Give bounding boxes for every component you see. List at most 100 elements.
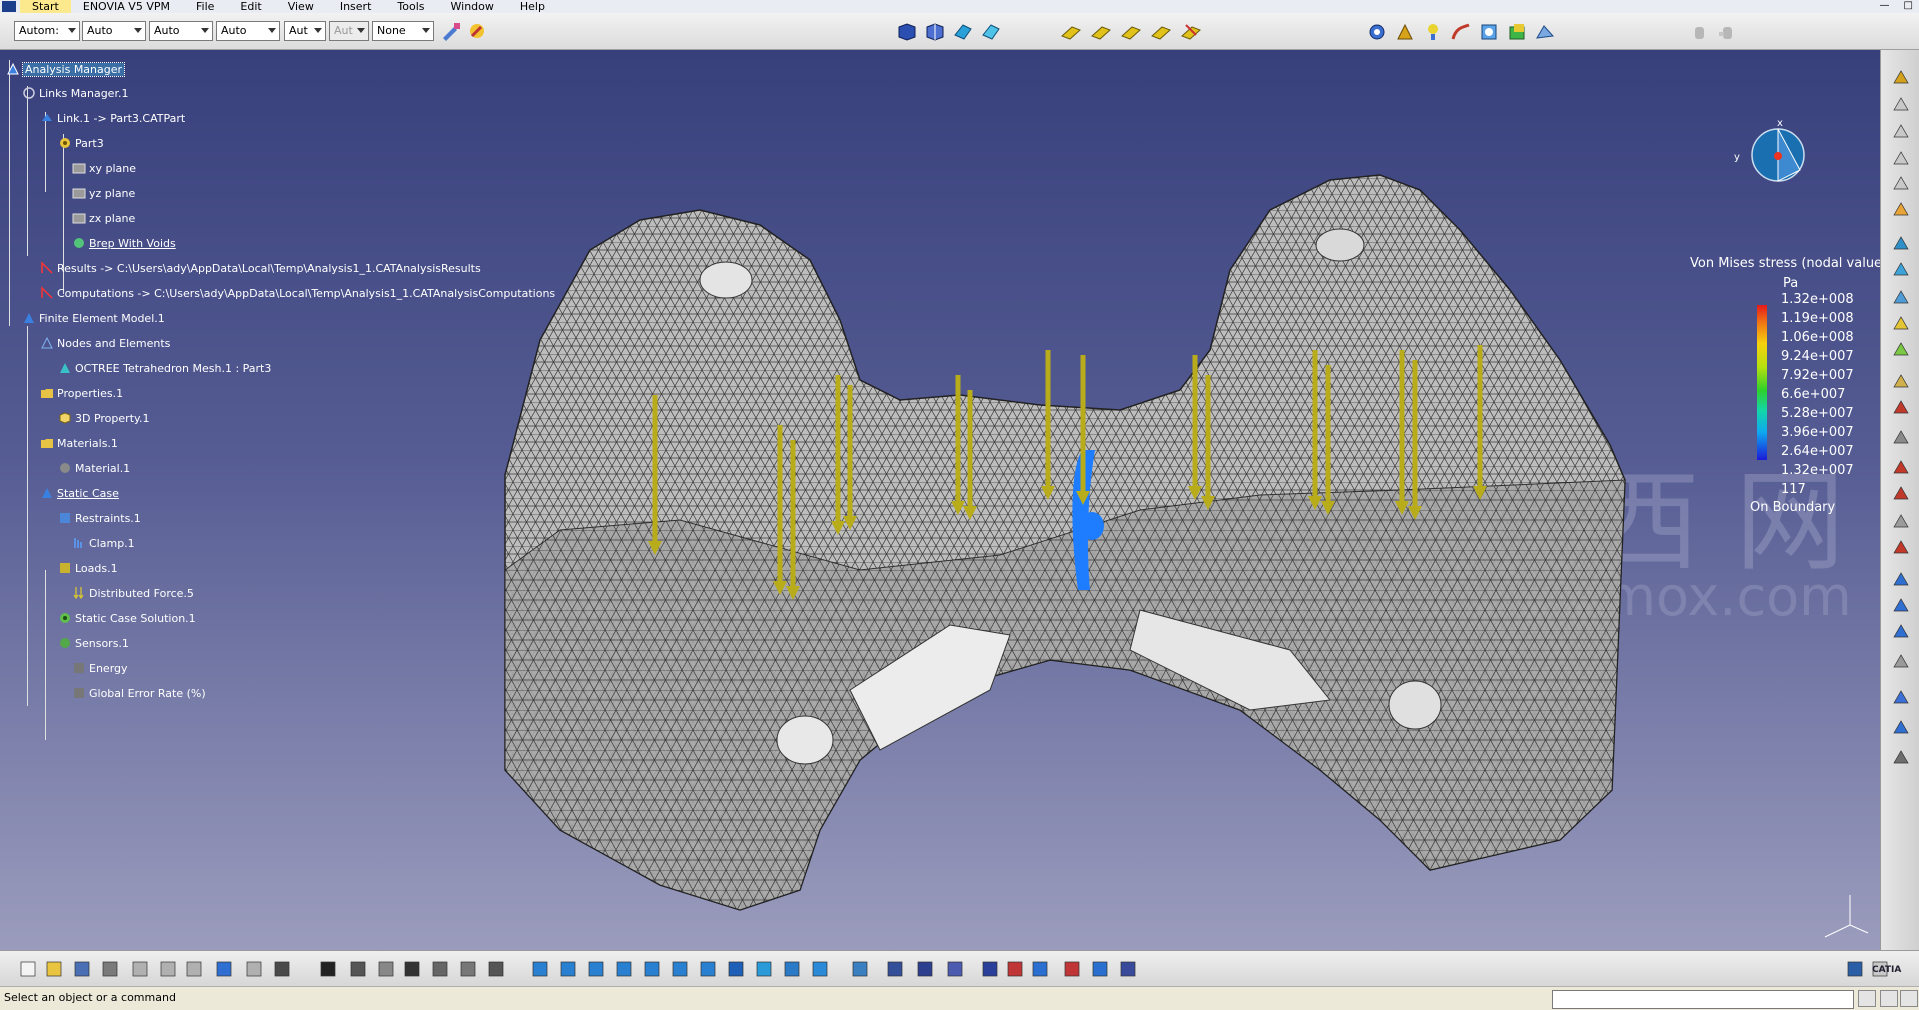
bottom-tool-6-icon[interactable]: [158, 959, 178, 979]
menu-start[interactable]: Start: [20, 0, 71, 13]
bottom-tool-16-icon[interactable]: [458, 959, 478, 979]
bottom-tool-17-icon[interactable]: [486, 959, 506, 979]
tree-node-mesh[interactable]: OCTREE Tetrahedron Mesh.1 : Part3: [58, 359, 271, 377]
tree-node-static-case[interactable]: Static Case: [40, 484, 119, 502]
bottom-tool-38-icon[interactable]: [1118, 959, 1138, 979]
analysis-tool-2-icon[interactable]: [1394, 21, 1416, 43]
bottom-tool-20-icon[interactable]: [586, 959, 606, 979]
tree-node-nodes-elements[interactable]: Nodes and Elements: [40, 334, 170, 352]
tree-node-clamp[interactable]: Clamp.1: [72, 534, 135, 552]
status-button-1[interactable]: [1858, 990, 1876, 1007]
rt-tool-16-icon[interactable]: [1891, 512, 1911, 532]
tree-node-computations[interactable]: Computations -> C:\Users\ady\AppData\Loc…: [40, 284, 555, 302]
tree-node-part3[interactable]: Part3: [58, 134, 104, 152]
tree-node-material1[interactable]: Material.1: [58, 459, 130, 477]
graphic-properties-combo-1[interactable]: Autom:: [14, 21, 80, 41]
graphic-properties-combo-6[interactable]: Aut: [329, 21, 369, 41]
bottom-tool-33-icon[interactable]: [980, 959, 1000, 979]
bottom-tool-18-icon[interactable]: [530, 959, 550, 979]
rt-tool-17-icon[interactable]: [1891, 538, 1911, 558]
menu-help[interactable]: Help: [508, 0, 559, 13]
tree-node-solution[interactable]: Static Case Solution.1: [58, 609, 196, 627]
bottom-tool-27-icon[interactable]: [782, 959, 802, 979]
analysis-tool-5-icon[interactable]: [1478, 21, 1500, 43]
tree-node-restraints[interactable]: Restraints.1: [58, 509, 141, 527]
bottom-tool-14-icon[interactable]: [402, 959, 422, 979]
view-mode-3-icon[interactable]: [952, 21, 974, 43]
painter-icon[interactable]: [440, 20, 462, 42]
bottom-tool-9-icon[interactable]: [244, 959, 264, 979]
bottom-tool-39-icon[interactable]: [1845, 959, 1865, 979]
rt-select-arrow-icon[interactable]: [1891, 200, 1911, 220]
tree-node-sensors[interactable]: Sensors.1: [58, 634, 129, 652]
status-button-2[interactable]: [1880, 990, 1898, 1007]
tree-node-link1[interactable]: Link.1 -> Part3.CATPart: [40, 109, 185, 127]
plane-3-icon[interactable]: [1120, 21, 1142, 43]
view-mode-1-icon[interactable]: [896, 21, 918, 43]
properties-icon[interactable]: [466, 20, 488, 42]
rt-tool-4-icon[interactable]: [1891, 149, 1911, 169]
rt-tool-2-icon[interactable]: [1891, 95, 1911, 115]
plane-5-icon[interactable]: [1180, 21, 1202, 43]
bottom-tool-37-icon[interactable]: [1090, 959, 1110, 979]
rt-tool-24-icon[interactable]: [1891, 748, 1911, 768]
analysis-tool-1-icon[interactable]: [1366, 21, 1388, 43]
bottom-tool-34-icon[interactable]: [1005, 959, 1025, 979]
stress-legend[interactable]: Von Mises stress (nodal values) Pa 1.32e…: [1675, 110, 1880, 515]
menu-enovia[interactable]: ENOVIA V5 VPM: [71, 0, 184, 13]
bottom-tool-26-icon[interactable]: [754, 959, 774, 979]
bottom-tool-24-icon[interactable]: [698, 959, 718, 979]
bottom-tool-30-icon[interactable]: [885, 959, 905, 979]
analysis-tool-7-icon[interactable]: [1534, 21, 1556, 43]
rt-tool-9-icon[interactable]: [1891, 314, 1911, 334]
rt-tool-18-icon[interactable]: [1891, 570, 1911, 590]
bottom-tool-23-icon[interactable]: [670, 959, 690, 979]
menu-file[interactable]: File: [184, 0, 228, 13]
tree-node-3d-property[interactable]: 3D Property.1: [58, 409, 149, 427]
bottom-tool-22-icon[interactable]: [642, 959, 662, 979]
rt-tool-11-icon[interactable]: [1891, 372, 1911, 392]
graphic-properties-combo-4[interactable]: Auto: [216, 21, 280, 41]
bottom-tool-35-icon[interactable]: [1030, 959, 1050, 979]
minimize-icon[interactable]: —: [1880, 0, 1890, 11]
tree-node-materials[interactable]: Materials.1: [40, 434, 118, 452]
bottom-tool-31-icon[interactable]: [915, 959, 935, 979]
rt-tool-5-icon[interactable]: [1891, 174, 1911, 194]
analysis-tool-4-icon[interactable]: [1450, 21, 1472, 43]
bottom-tool-11-icon[interactable]: [318, 959, 338, 979]
bottom-tool-4-icon[interactable]: [100, 959, 120, 979]
rt-tool-21-icon[interactable]: [1891, 652, 1911, 672]
rt-tool-13-icon[interactable]: [1891, 428, 1911, 448]
bottom-tool-15-icon[interactable]: [430, 959, 450, 979]
rt-tool-14-icon[interactable]: [1891, 458, 1911, 478]
bottom-tool-10-icon[interactable]: [272, 959, 292, 979]
bottom-tool-25-icon[interactable]: [726, 959, 746, 979]
bottom-tool-2-icon[interactable]: [44, 959, 64, 979]
bottom-tool-13-icon[interactable]: [376, 959, 396, 979]
rt-tool-23-icon[interactable]: [1891, 718, 1911, 738]
rt-tool-15-icon[interactable]: [1891, 484, 1911, 504]
bottom-tool-21-icon[interactable]: [614, 959, 634, 979]
bottom-tool-7-icon[interactable]: [184, 959, 204, 979]
analysis-tool-3-icon[interactable]: [1422, 21, 1444, 43]
rt-tool-3-icon[interactable]: [1891, 122, 1911, 142]
hand-tool-2-icon[interactable]: [1716, 21, 1738, 43]
graphic-properties-combo-5[interactable]: Aut: [284, 21, 326, 41]
graphic-properties-combo-2[interactable]: Auto: [82, 21, 146, 41]
bottom-tool-1-icon[interactable]: [18, 959, 38, 979]
rt-tool-8-icon[interactable]: [1891, 288, 1911, 308]
hand-tool-1-icon[interactable]: [1688, 21, 1710, 43]
analysis-tool-6-icon[interactable]: [1506, 21, 1528, 43]
rt-tool-12-icon[interactable]: [1891, 398, 1911, 418]
tree-node-distributed-force[interactable]: Distributed Force.5: [72, 584, 194, 602]
menu-view[interactable]: View: [276, 0, 328, 13]
rt-tool-7-icon[interactable]: [1891, 260, 1911, 280]
menu-edit[interactable]: Edit: [228, 0, 275, 13]
bottom-tool-3-icon[interactable]: [72, 959, 92, 979]
menu-insert[interactable]: Insert: [328, 0, 386, 13]
status-button-3[interactable]: [1900, 990, 1918, 1007]
rt-tool-19-icon[interactable]: [1891, 596, 1911, 616]
bottom-tool-12-icon[interactable]: [348, 959, 368, 979]
menu-tools[interactable]: Tools: [385, 0, 438, 13]
graphic-properties-combo-3[interactable]: Auto: [149, 21, 213, 41]
